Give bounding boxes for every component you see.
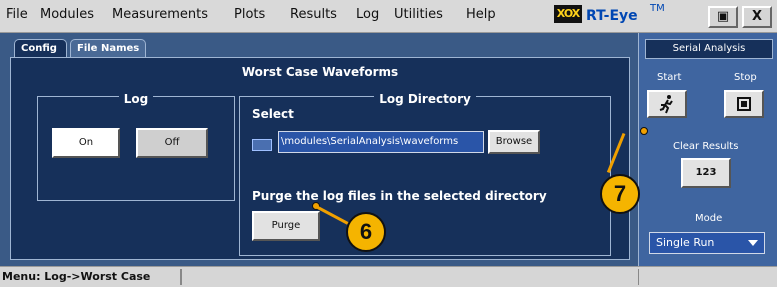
restore-icon: ▣ xyxy=(716,9,730,24)
callout-7-pointer xyxy=(640,127,648,135)
browse-button[interactable]: Browse xyxy=(488,130,540,154)
mode-select[interactable]: Single Run xyxy=(649,232,765,254)
serial-analysis-header: Serial Analysis xyxy=(645,39,773,59)
start-label: Start xyxy=(657,72,682,83)
mode-value: Single Run xyxy=(656,236,715,249)
menu-help[interactable]: Help xyxy=(466,7,496,22)
serial-analysis-panel: Serial Analysis Start Stop Clear Results… xyxy=(638,33,777,266)
log-directory-group: Log Directory Select \modules\SerialAnal… xyxy=(239,92,611,256)
menu-file[interactable]: File xyxy=(6,7,28,22)
stop-icon xyxy=(737,97,751,111)
app-logo: XOX xyxy=(554,5,582,23)
tab-config[interactable]: Config xyxy=(14,39,67,57)
log-group: Log On Off xyxy=(37,92,235,201)
close-icon: X xyxy=(751,9,763,24)
select-label: Select xyxy=(252,107,294,121)
trademark: TM xyxy=(650,3,665,14)
directory-path-field[interactable]: \modules\SerialAnalysis\waveforms xyxy=(278,131,484,153)
section-title: Worst Case Waveforms xyxy=(241,65,399,79)
close-button[interactable]: X xyxy=(742,6,772,28)
stop-button[interactable] xyxy=(724,90,764,118)
menu-bar: File Modules Measurements Plots Results … xyxy=(0,0,777,33)
clear-results-button[interactable]: 123 xyxy=(681,158,731,188)
app-name: RT-Eye xyxy=(586,8,638,24)
menu-plots[interactable]: Plots xyxy=(234,7,265,22)
menu-results[interactable]: Results xyxy=(290,7,337,22)
menu-log[interactable]: Log xyxy=(356,7,379,22)
menu-modules[interactable]: Modules xyxy=(40,7,94,22)
log-off-button[interactable]: Off xyxy=(136,128,208,158)
status-text: Menu: Log->Worst Case xyxy=(2,270,151,283)
log-group-title: Log xyxy=(118,92,154,106)
chevron-down-icon xyxy=(748,240,758,246)
purge-label: Purge the log files in the selected dire… xyxy=(252,189,547,203)
clear-results-icon: 123 xyxy=(695,167,717,178)
mode-label: Mode xyxy=(695,213,723,224)
status-bar: Menu: Log->Worst Case xyxy=(0,266,777,287)
status-separator xyxy=(638,269,639,285)
restore-button[interactable]: ▣ xyxy=(708,6,738,28)
callout-6: 6 xyxy=(346,212,386,252)
stop-label: Stop xyxy=(734,72,757,83)
tab-file-names[interactable]: File Names xyxy=(70,39,146,57)
config-content: Worst Case Waveforms Log On Off Log Dire… xyxy=(10,57,630,260)
status-separator xyxy=(180,269,182,285)
clear-results-label: Clear Results xyxy=(673,141,739,152)
main-panel: Config File Names Worst Case Waveforms L… xyxy=(0,33,638,266)
purge-button[interactable]: Purge xyxy=(252,211,320,241)
log-on-button[interactable]: On xyxy=(52,128,120,158)
menu-measurements[interactable]: Measurements xyxy=(112,7,208,22)
running-person-icon xyxy=(659,95,673,114)
callout-7: 7 xyxy=(600,174,640,214)
start-button[interactable] xyxy=(647,90,687,118)
keyboard-icon[interactable] xyxy=(252,139,272,151)
log-directory-title: Log Directory xyxy=(374,92,476,106)
menu-utilities[interactable]: Utilities xyxy=(394,7,443,22)
